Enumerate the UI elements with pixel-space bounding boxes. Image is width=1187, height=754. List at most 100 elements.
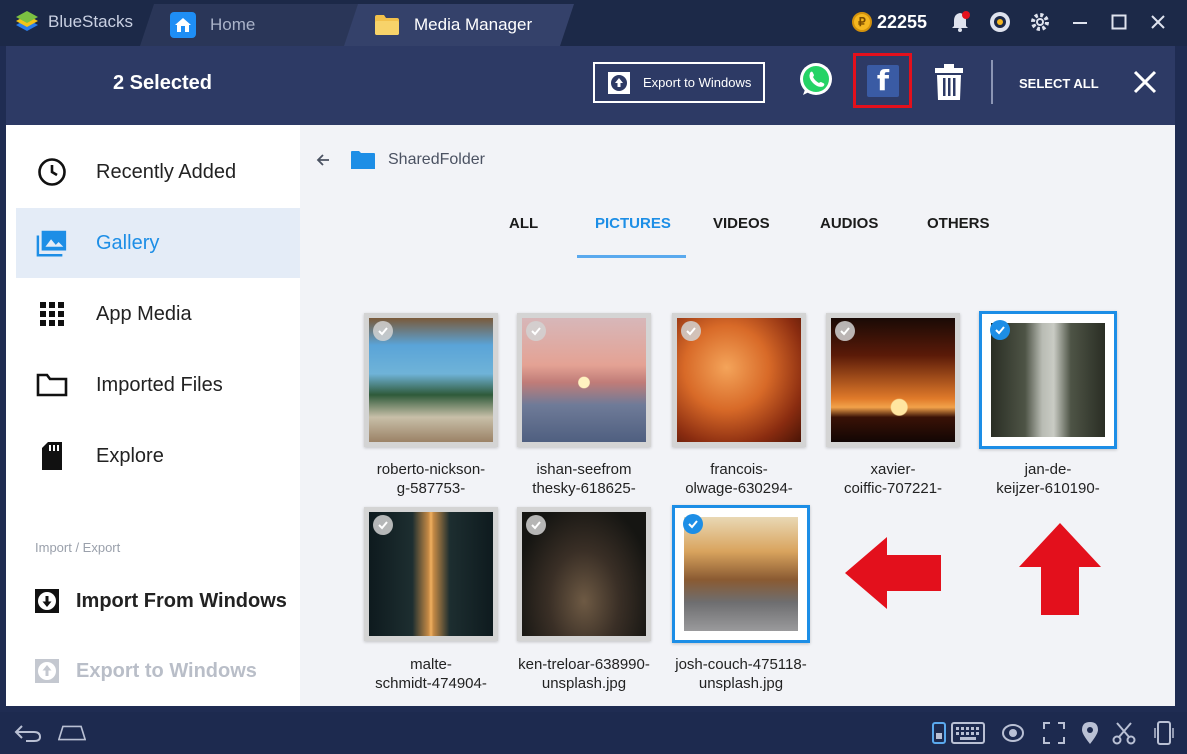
file-caption: malte-schmidt-474904-	[375, 656, 487, 692]
fullscreen-icon[interactable]	[1040, 720, 1068, 746]
tab-videos[interactable]: VIDEOS	[713, 215, 770, 232]
sidebar-item-gallery[interactable]: Gallery	[16, 208, 300, 278]
check-icon[interactable]	[526, 515, 546, 535]
achievement-icon[interactable]	[988, 10, 1012, 34]
minimize-icon[interactable]	[1068, 10, 1092, 34]
location-pin-icon[interactable]	[1076, 720, 1104, 746]
red-arrow-up-annotation	[1019, 523, 1101, 615]
sidebar-item-label: Recently Added	[96, 160, 237, 183]
lock-icon[interactable]	[925, 720, 953, 746]
media-thumbnail-selected[interactable]	[979, 311, 1117, 449]
red-arrow-left-annotation	[845, 537, 941, 609]
brand: BlueStacks	[14, 8, 133, 36]
media-thumbnail[interactable]	[517, 313, 651, 447]
export-icon	[35, 659, 59, 683]
gallery-icon	[36, 227, 68, 259]
file-caption: jan-de-keijzer-610190-	[996, 461, 1100, 497]
whatsapp-icon[interactable]	[798, 62, 834, 98]
file-caption: francois-olwage-630294-	[685, 461, 793, 497]
back-arrow-icon[interactable]	[316, 153, 330, 167]
home-icon	[170, 12, 196, 38]
grid-icon	[36, 298, 68, 330]
folder-icon	[351, 151, 375, 169]
check-icon[interactable]	[373, 515, 393, 535]
check-icon[interactable]	[526, 321, 546, 341]
bell-icon[interactable]	[948, 10, 972, 34]
import-from-windows-button[interactable]: Import From Windows	[34, 581, 287, 621]
sidebar-export-to-windows-button[interactable]: Export to Windows	[34, 651, 257, 691]
folder-outline-icon	[36, 369, 68, 401]
export-label: Export to Windows	[76, 659, 257, 682]
import-icon	[35, 589, 59, 613]
breadcrumb: SharedFolder	[316, 150, 485, 170]
sidebar-item-label: Explore	[96, 444, 164, 467]
close-selection-icon[interactable]	[1132, 69, 1158, 95]
maximize-icon[interactable]	[1107, 10, 1131, 34]
sidebar-item-label: App Media	[96, 302, 192, 325]
sidebar-item-recently-added[interactable]: Recently Added	[16, 137, 300, 207]
check-icon[interactable]	[681, 321, 701, 341]
sidebar-item-app-media[interactable]: App Media	[16, 279, 300, 349]
tab-home-label: Home	[210, 15, 256, 34]
tab-media-manager[interactable]: Media Manager	[344, 4, 574, 46]
home-nav-icon[interactable]	[58, 720, 86, 746]
media-thumbnail-selected[interactable]	[672, 505, 810, 643]
coin-balance: 22255	[877, 12, 928, 32]
back-icon[interactable]	[14, 720, 42, 746]
check-icon[interactable]	[683, 514, 703, 534]
media-thumbnail[interactable]	[364, 313, 498, 447]
main-content: SharedFolder ALL PICTURES VIDEOS AUDIOS …	[300, 125, 1175, 706]
android-nav-bar	[0, 712, 1187, 754]
tab-all[interactable]: ALL	[509, 215, 538, 232]
import-export-section-label: Import / Export	[35, 540, 121, 555]
sidebar-item-imported-files[interactable]: Imported Files	[16, 350, 300, 420]
media-thumbnail[interactable]	[672, 313, 806, 447]
check-icon[interactable]	[835, 321, 855, 341]
tab-others[interactable]: OTHERS	[927, 215, 990, 232]
export-icon	[608, 71, 630, 94]
file-caption: xavier-coiffic-707221-	[843, 461, 943, 497]
export-to-windows-button[interactable]: Export to Windows	[593, 62, 765, 103]
tab-home[interactable]: Home	[140, 4, 362, 46]
file-caption: josh-couch-475118- unsplash.jpg	[675, 656, 807, 692]
tab-media-label: Media Manager	[414, 15, 533, 34]
selected-count: 2 Selected	[113, 72, 212, 94]
sidebar-item-label: Gallery	[96, 231, 160, 254]
check-icon[interactable]	[373, 321, 393, 341]
folder-icon	[374, 12, 400, 38]
coin-icon: ₽	[852, 12, 872, 32]
current-folder: SharedFolder	[388, 151, 485, 168]
active-tab-indicator	[577, 255, 686, 258]
sdcard-icon	[36, 440, 68, 472]
keyboard-icon[interactable]	[950, 720, 986, 746]
settings-gear-icon[interactable]	[1028, 10, 1052, 34]
export-label: Export to Windows	[643, 75, 752, 90]
app-name: BlueStacks	[48, 12, 134, 31]
media-thumbnail[interactable]	[826, 313, 960, 447]
close-window-icon[interactable]	[1146, 10, 1170, 34]
file-caption: ken-treloar-638990- unsplash.jpg	[518, 656, 650, 692]
filter-tabs: ALL PICTURES VIDEOS AUDIOS OTHERS	[300, 213, 1175, 258]
file-caption: ishan-seefrom thesky-618625-	[532, 461, 636, 497]
phone-rotate-icon[interactable]	[1150, 720, 1178, 746]
sidebar-item-label: Imported Files	[96, 373, 223, 396]
import-label: Import From Windows	[76, 589, 287, 612]
selection-action-bar: 2 Selected Export to Windows f SELECT AL…	[6, 46, 1175, 125]
clock-icon	[36, 156, 68, 188]
delete-trash-icon[interactable]	[934, 63, 964, 101]
eye-view-icon[interactable]	[999, 720, 1027, 746]
title-bar: BlueStacks Home Media Manager ₽ 22255	[0, 0, 1187, 46]
action-divider	[991, 60, 993, 104]
select-all-button[interactable]: SELECT ALL	[1019, 76, 1099, 91]
media-thumbnail[interactable]	[364, 507, 498, 641]
sidebar-item-explore[interactable]: Explore	[16, 421, 300, 491]
bluestacks-window: BlueStacks Home Media Manager ₽ 22255 2 …	[0, 0, 1187, 754]
media-thumbnail[interactable]	[517, 507, 651, 641]
tab-pictures[interactable]: PICTURES	[595, 215, 671, 232]
facebook-icon[interactable]: f	[867, 64, 899, 97]
sidebar: Recently Added Gallery App Media Importe…	[6, 125, 300, 706]
check-icon[interactable]	[990, 320, 1010, 340]
bluestacks-logo-icon	[16, 11, 38, 31]
tab-audios[interactable]: AUDIOS	[820, 215, 878, 232]
scissors-icon[interactable]	[1110, 720, 1138, 746]
